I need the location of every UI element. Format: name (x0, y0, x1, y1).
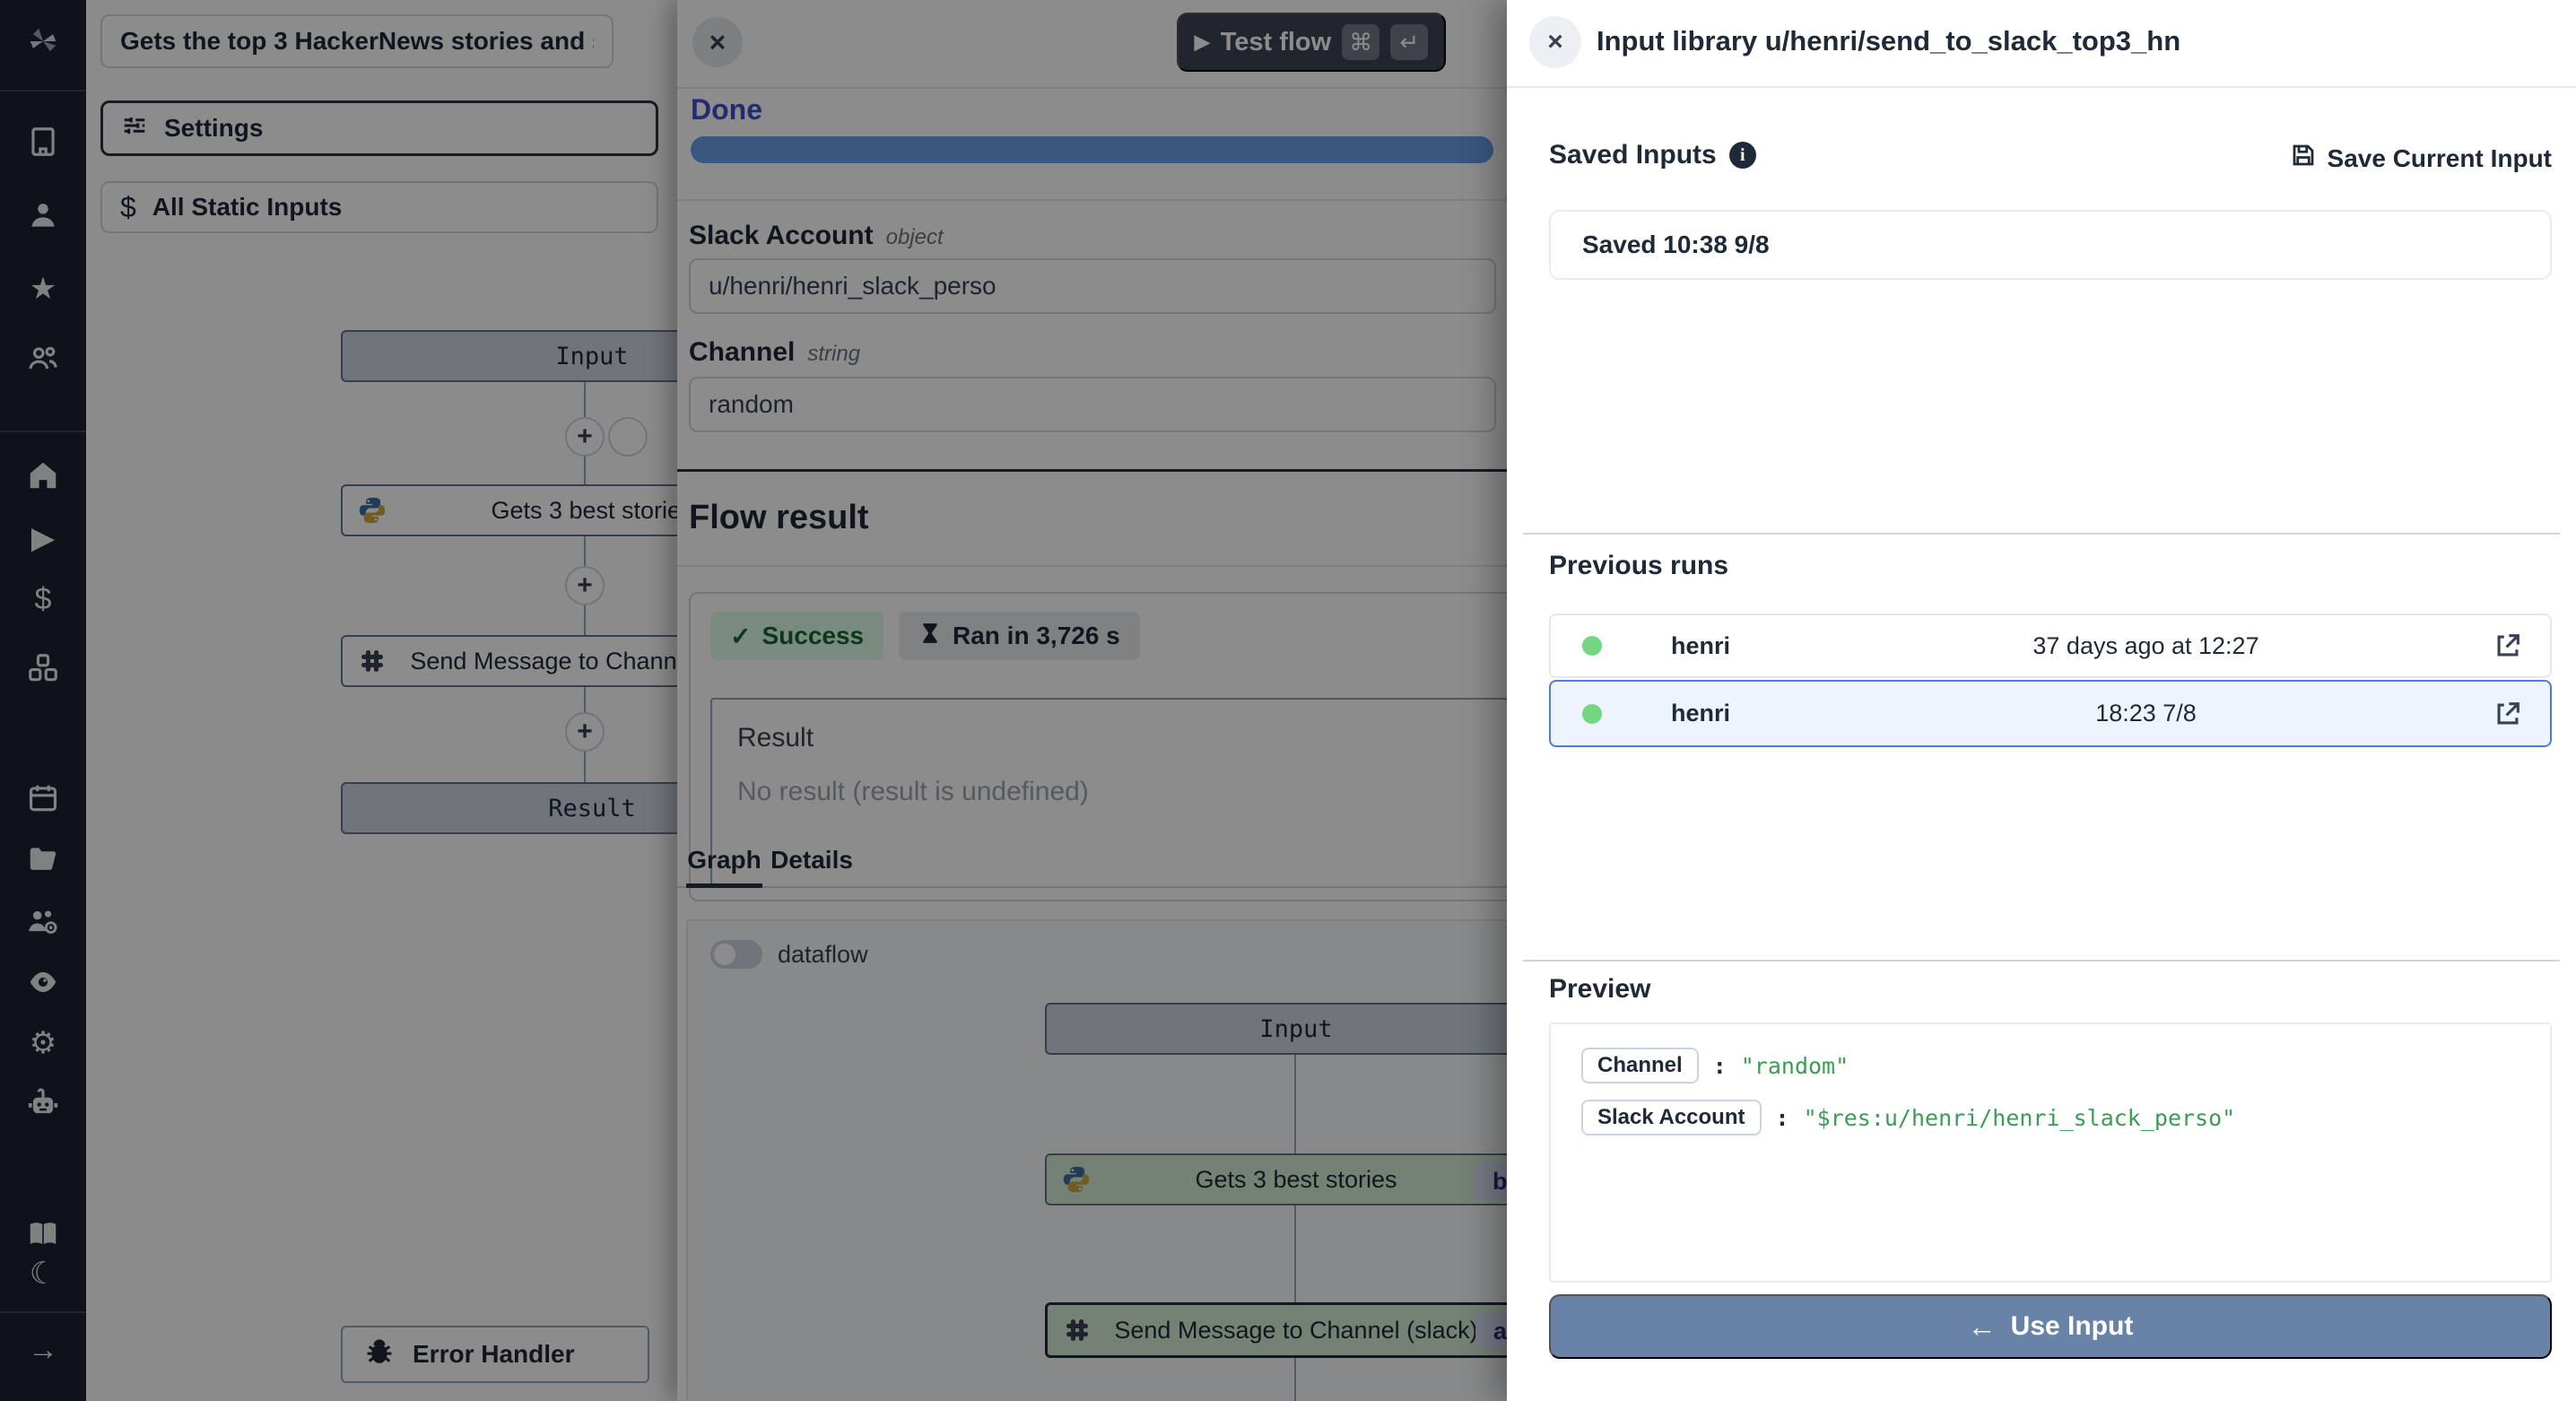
divider (1523, 960, 2560, 962)
external-link-icon[interactable] (2493, 631, 2523, 661)
preview-entry: Slack Account : "$res:u/henri/henri_slac… (1581, 1100, 2519, 1136)
modal-dim-overlay[interactable] (0, 0, 1507, 1401)
save-current-input-button[interactable]: Save Current Input (2290, 142, 2552, 175)
windmill-app: ★ ▶ $ ⚙ ☾ → (0, 0, 2576, 1401)
saved-inputs-heading: Saved Inputs i (1549, 140, 1756, 170)
use-input-button[interactable]: ← Use Input (1549, 1294, 2552, 1359)
preview-value: "$res:u/henri/henri_slack_perso" (1804, 1105, 2236, 1131)
preview-value: "random" (1741, 1053, 1849, 1079)
previous-run-row[interactable]: henri 37 days ago at 12:27 (1549, 613, 2552, 678)
preview-entry: Channel : "random" (1581, 1048, 2519, 1083)
preview-heading: Preview (1549, 974, 1650, 1005)
preview-key: Channel (1581, 1048, 1699, 1083)
info-icon[interactable]: i (1729, 142, 1756, 169)
run-user: henri (1602, 700, 1799, 727)
save-icon (2290, 142, 2317, 175)
run-time: 37 days ago at 12:27 (1799, 632, 2493, 660)
external-link-icon[interactable] (2493, 699, 2523, 729)
divider (1507, 86, 2576, 88)
preview-box: Channel : "random" Slack Account : "$res… (1549, 1022, 2552, 1283)
input-library-title: Input library u/henri/send_to_slack_top3… (1597, 25, 2180, 57)
close-input-library-button[interactable]: × (1529, 16, 1581, 68)
input-library-drawer: × Input library u/henri/send_to_slack_to… (1507, 0, 2576, 1401)
run-success-dot (1582, 704, 1602, 724)
saved-input-item[interactable]: Saved 10:38 9/8 (1549, 210, 2552, 280)
run-success-dot (1582, 636, 1602, 656)
arrow-left-icon: ← (1968, 1310, 1997, 1344)
previous-runs-heading: Previous runs (1549, 551, 1728, 581)
run-time: 18:23 7/8 (1799, 700, 2493, 727)
preview-key: Slack Account (1581, 1100, 1762, 1136)
divider (1523, 533, 2560, 535)
run-user: henri (1602, 632, 1799, 660)
previous-run-row-selected[interactable]: henri 18:23 7/8 (1549, 680, 2552, 747)
